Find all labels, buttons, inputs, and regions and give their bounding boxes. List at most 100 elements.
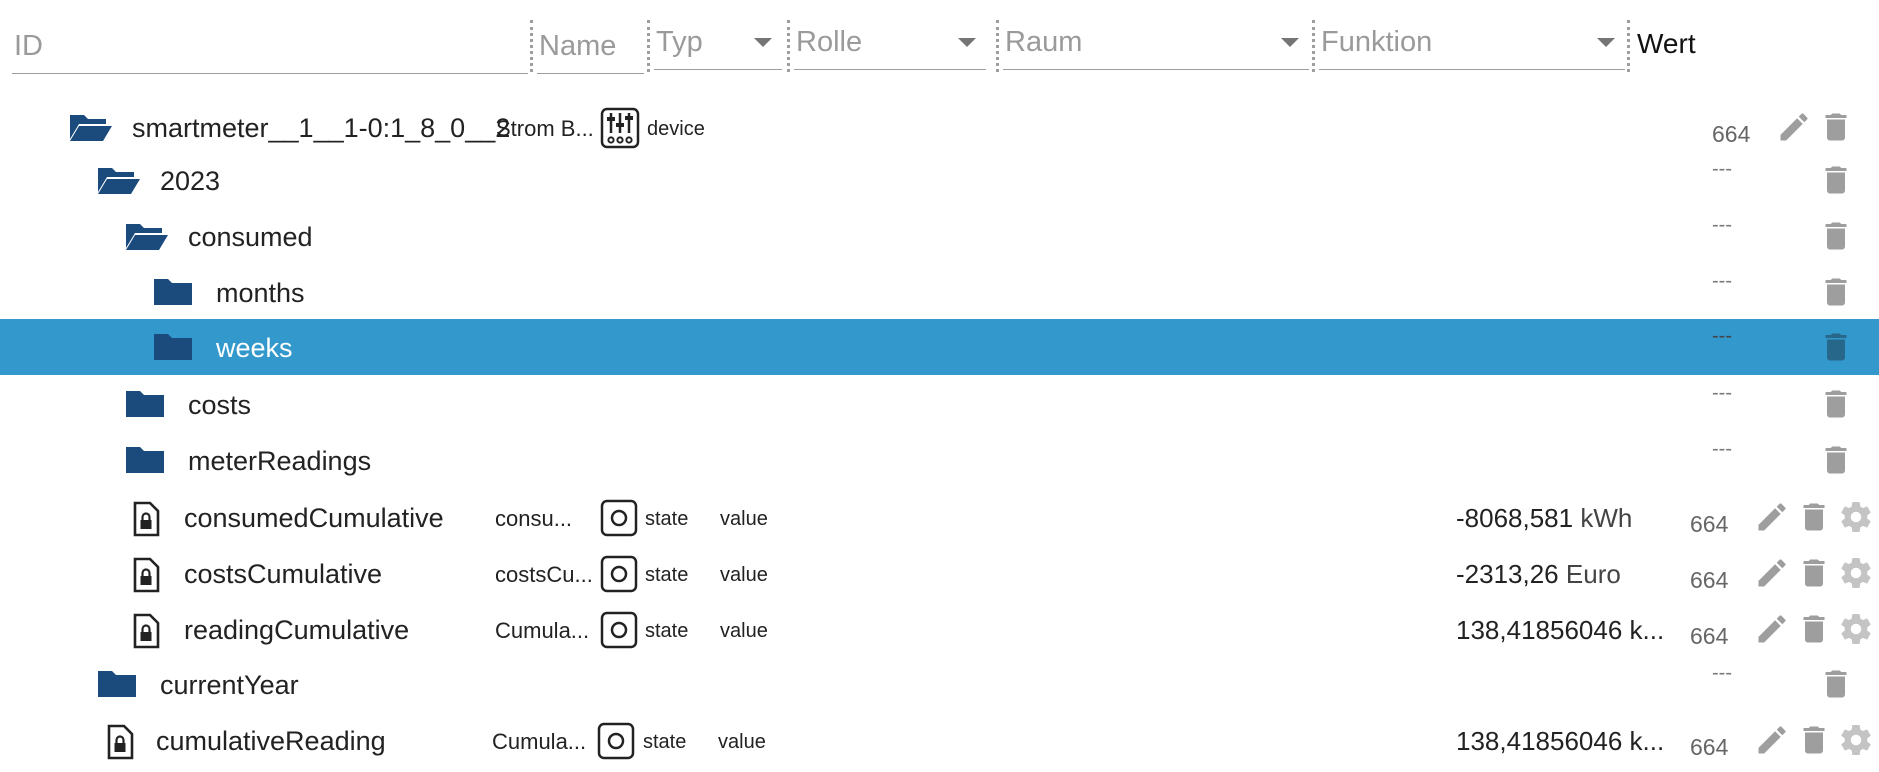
- value-unit: Euro: [1565, 559, 1621, 589]
- state-circle-icon: [600, 555, 638, 598]
- id-filter-input[interactable]: ID: [12, 18, 528, 74]
- name-filter-input[interactable]: Name: [537, 18, 644, 74]
- column-divider[interactable]: [787, 20, 790, 72]
- tree-row[interactable]: months ---: [0, 264, 1879, 320]
- tree-row[interactable]: currentYear ---: [0, 656, 1879, 712]
- row-value[interactable]: 138,41856046 k...: [1456, 615, 1664, 646]
- rolle-filter-select[interactable]: Rolle: [794, 14, 986, 70]
- pencil-icon[interactable]: [1754, 499, 1790, 535]
- row-id: consumedCumulative: [184, 503, 444, 533]
- gear-icon[interactable]: [1838, 499, 1874, 535]
- column-divider[interactable]: [530, 20, 533, 72]
- tree-row[interactable]: smartmeter__1__1-0:1_8_0__2 Strom B... d…: [0, 99, 1879, 155]
- filter-header: ID Name Typ Rolle Raum Funktion Wert: [0, 0, 1879, 82]
- tree-row[interactable]: consumedCumulative consu... state value …: [0, 489, 1879, 545]
- gear-icon[interactable]: [1838, 722, 1874, 758]
- row-value-empty: ---: [1712, 158, 1732, 180]
- raum-filter-placeholder: Raum: [1005, 26, 1083, 58]
- column-divider[interactable]: [1312, 20, 1315, 72]
- row-value[interactable]: -2313,26 Euro: [1456, 559, 1621, 590]
- folder-open-icon[interactable]: [96, 164, 142, 201]
- tree-row[interactable]: costs ---: [0, 376, 1879, 432]
- funktion-filter-select[interactable]: Funktion: [1319, 14, 1625, 70]
- row-name: Cumula...: [492, 729, 587, 754]
- row-value[interactable]: 138,41856046 k...: [1456, 726, 1664, 757]
- row-type: state: [645, 620, 689, 642]
- row-value-empty: ---: [1712, 438, 1732, 460]
- trash-icon[interactable]: [1818, 109, 1854, 145]
- tree-row-selected[interactable]: weeks ---: [0, 319, 1879, 375]
- pencil-icon[interactable]: [1754, 611, 1790, 647]
- trash-icon[interactable]: [1818, 218, 1854, 254]
- row-id: currentYear: [160, 670, 299, 700]
- trash-icon[interactable]: [1796, 611, 1832, 647]
- file-lock-icon: [132, 613, 160, 654]
- row-acl[interactable]: 664: [1690, 623, 1728, 650]
- folder-open-icon[interactable]: [68, 111, 114, 148]
- tree-row[interactable]: readingCumulative Cumula... state value …: [0, 601, 1879, 657]
- trash-icon[interactable]: [1818, 386, 1854, 422]
- column-divider[interactable]: [996, 20, 999, 72]
- file-lock-icon: [132, 557, 160, 598]
- rolle-filter-placeholder: Rolle: [796, 26, 863, 58]
- column-divider[interactable]: [647, 20, 650, 72]
- value-number: -8068,581: [1456, 503, 1574, 533]
- folder-icon[interactable]: [96, 668, 138, 705]
- gear-icon[interactable]: [1838, 611, 1874, 647]
- state-circle-icon: [600, 611, 638, 654]
- state-circle-icon: [597, 722, 635, 765]
- state-circle-icon: [600, 499, 638, 542]
- chevron-down-icon: [958, 38, 976, 47]
- chevron-down-icon: [1597, 38, 1615, 47]
- trash-icon[interactable]: [1818, 162, 1854, 198]
- trash-icon[interactable]: [1796, 555, 1832, 591]
- row-acl[interactable]: 664: [1690, 567, 1728, 594]
- row-id: weeks: [216, 333, 293, 363]
- row-acl[interactable]: 664: [1712, 121, 1750, 148]
- pencil-icon[interactable]: [1754, 555, 1790, 591]
- typ-filter-placeholder: Typ: [656, 26, 703, 58]
- row-value[interactable]: -8068,581 kWh: [1456, 503, 1632, 534]
- folder-icon[interactable]: [124, 388, 166, 425]
- row-name: Strom B...: [496, 116, 594, 141]
- trash-icon[interactable]: [1818, 274, 1854, 310]
- folder-open-icon[interactable]: [124, 220, 170, 257]
- folder-icon[interactable]: [152, 331, 194, 368]
- trash-icon[interactable]: [1818, 666, 1854, 702]
- row-name: consu...: [495, 506, 573, 531]
- row-type: state: [643, 731, 687, 753]
- column-divider[interactable]: [1627, 20, 1630, 72]
- trash-icon[interactable]: [1818, 442, 1854, 478]
- pencil-icon[interactable]: [1754, 722, 1790, 758]
- tree-row[interactable]: 2023 ---: [0, 152, 1879, 208]
- trash-icon[interactable]: [1796, 499, 1832, 535]
- row-id: smartmeter__1__1-0:1_8_0__2: [132, 113, 511, 143]
- name-filter-placeholder: Name: [539, 30, 617, 62]
- row-acl[interactable]: 664: [1690, 511, 1728, 538]
- tree-row[interactable]: consumed ---: [0, 208, 1879, 264]
- pencil-icon[interactable]: [1776, 109, 1812, 145]
- tree-row[interactable]: costsCumulative costsCu... state value -…: [0, 545, 1879, 601]
- folder-icon[interactable]: [124, 444, 166, 481]
- trash-icon[interactable]: [1818, 329, 1854, 365]
- value-number: -2313,26: [1456, 559, 1559, 589]
- row-name: costsCu...: [495, 562, 593, 587]
- device-sliders-icon: [600, 107, 640, 154]
- file-lock-icon: [106, 724, 134, 765]
- row-name: Cumula...: [495, 618, 590, 643]
- value-unit: kWh: [1580, 503, 1633, 533]
- raum-filter-select[interactable]: Raum: [1003, 14, 1309, 70]
- row-id: 2023: [160, 166, 221, 196]
- row-role: value: [720, 564, 768, 586]
- typ-filter-select[interactable]: Typ: [654, 14, 782, 70]
- tree-row[interactable]: cumulativeReading Cumula... state value …: [0, 712, 1879, 768]
- trash-icon[interactable]: [1796, 722, 1832, 758]
- row-value-empty: ---: [1712, 325, 1732, 347]
- row-acl[interactable]: 664: [1690, 734, 1728, 761]
- row-role: value: [720, 620, 768, 642]
- folder-icon[interactable]: [152, 276, 194, 313]
- row-id: meterReadings: [188, 446, 372, 476]
- tree-row[interactable]: meterReadings ---: [0, 432, 1879, 488]
- file-lock-icon: [132, 501, 160, 542]
- gear-icon[interactable]: [1838, 555, 1874, 591]
